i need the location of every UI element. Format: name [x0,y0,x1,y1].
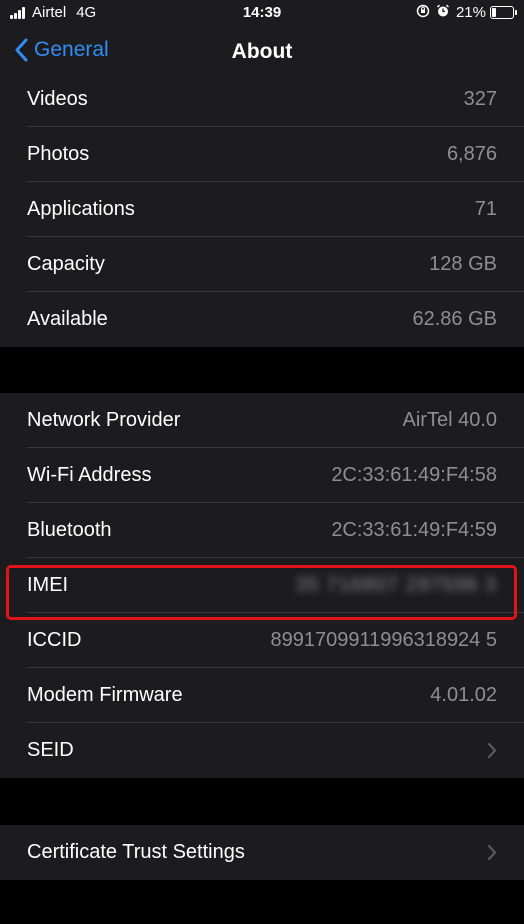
chevron-right-icon [487,844,497,861]
row-value: 327 [463,88,497,110]
orientation-lock-icon [416,4,430,21]
row-value: 128 GB [429,253,497,275]
row-label: Videos [27,88,88,110]
storage-group: Videos 327 Photos 6,876 Applications 71 … [0,72,524,347]
info-row-capacity: Capacity 128 GB [0,237,524,292]
row-label: SEID [27,739,74,761]
row-value: 62.86 GB [412,308,497,330]
row-label: Applications [27,198,135,220]
info-row-modem-firmware: Modem Firmware 4.01.02 [0,668,524,723]
row-value: 8991709911996318924 5 [270,629,497,651]
info-row-wifi-address: Wi-Fi Address 2C:33:61:49:F4:58 [0,448,524,503]
row-value: 6,876 [446,143,497,165]
row-value: 4.01.02 [430,684,497,706]
info-row-network-provider: Network Provider AirTel 40.0 [0,393,524,448]
row-label: ICCID [27,629,82,651]
header-overlay: Airtel 4G 14:39 21% General About [0,0,524,82]
battery-percent: 21% [455,4,486,21]
info-row-certificate-trust-settings[interactable]: Certificate Trust Settings [0,825,524,880]
info-row-imei: IMEI 35 716807 297596 3 [0,558,524,613]
chevron-right-icon [487,742,497,759]
network-group: Network Provider AirTel 40.0 Wi-Fi Addre… [0,393,524,778]
info-row-photos: Photos 6,876 [0,127,524,182]
imei-value-redacted: 35 716807 297596 3 [295,574,497,596]
row-value: AirTel 40.0 [402,409,498,431]
row-label: Available [27,308,108,330]
info-row-bluetooth: Bluetooth 2C:33:61:49:F4:59 [0,503,524,558]
row-label: Bluetooth [27,519,112,541]
row-value: 2C:33:61:49:F4:58 [331,464,497,486]
page-title: About [231,40,293,63]
row-label: Certificate Trust Settings [27,841,245,863]
info-row-seid[interactable]: SEID [0,723,524,778]
row-label: IMEI [27,574,69,596]
navigation-bar: General About [0,26,524,82]
status-bar-right: 21% [416,4,517,21]
info-row-iccid: ICCID 8991709911996318924 5 [0,613,524,668]
row-label: Modem Firmware [27,684,183,706]
battery-fill [492,8,496,17]
info-row-applications: Applications 71 [0,182,524,237]
battery-icon [490,6,517,19]
row-label: Photos [27,143,90,165]
alarm-icon [436,4,450,21]
row-label: Network Provider [27,409,181,431]
certificate-group: Certificate Trust Settings [0,825,524,880]
info-row-available: Available 62.86 GB [0,292,524,347]
status-bar: Airtel 4G 14:39 21% [0,0,524,26]
row-label: Capacity [27,253,105,275]
row-value: 71 [474,198,497,220]
row-label: Wi-Fi Address [27,464,152,486]
row-value: 2C:33:61:49:F4:59 [331,519,497,541]
